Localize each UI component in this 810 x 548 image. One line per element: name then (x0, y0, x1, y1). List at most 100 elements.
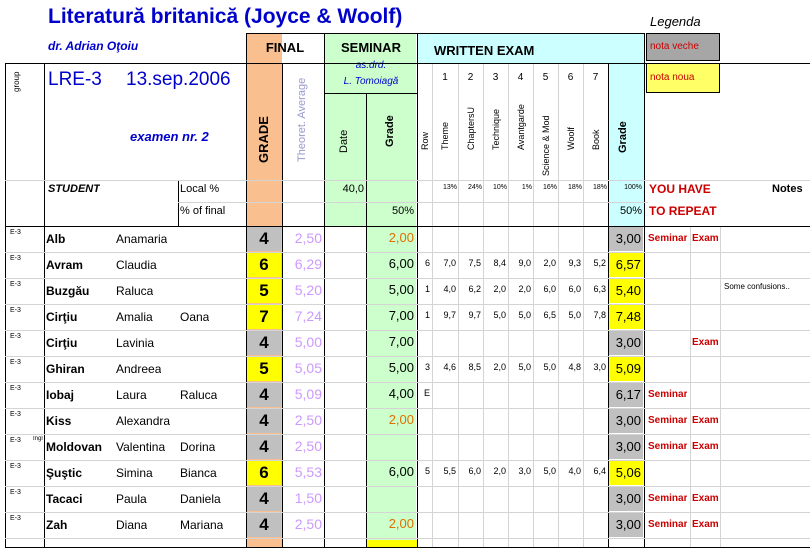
theoretical-average-cell[interactable]: 5,05 (283, 360, 322, 376)
written-grade-cell[interactable]: 7,48 (609, 305, 643, 329)
written-score-cell[interactable]: 5,5 (432, 466, 456, 476)
written-score-cell[interactable]: 5,2 (583, 258, 606, 268)
written-score-cell[interactable]: 6,0 (458, 466, 481, 476)
final-grade-cell[interactable]: 4 (247, 227, 281, 251)
written-score-cell[interactable]: 4,8 (558, 362, 581, 372)
final-grade-cell[interactable]: 4 (247, 383, 281, 407)
final-grade-cell[interactable]: 4 (247, 513, 281, 537)
written-score-cell[interactable]: 6,3 (583, 284, 606, 294)
written-grade-cell[interactable]: 5,40 (609, 279, 643, 303)
middle-name-cell[interactable]: Mariana (180, 518, 223, 532)
final-grade-cell[interactable]: 6 (247, 253, 281, 277)
written-score-cell[interactable]: 4,0 (558, 466, 581, 476)
theoretical-average-cell[interactable]: 6,29 (283, 256, 322, 272)
theoretical-average-cell[interactable]: 2,50 (283, 412, 322, 428)
written-score-cell[interactable]: 4,6 (432, 362, 456, 372)
written-score-cell[interactable]: 2,0 (483, 362, 506, 372)
written-score-cell[interactable]: 8,4 (483, 258, 506, 268)
written-score-cell[interactable]: 7,5 (458, 258, 481, 268)
table-row[interactable]: E-3 Kiss Alexandra 4 2,50 2,00 3,00 Seminar Exam (0, 408, 810, 434)
seminar-grade-cell[interactable]: 7,00 (366, 334, 414, 349)
last-name-cell[interactable]: Cirţiu (46, 310, 77, 324)
theoretical-average-cell[interactable]: 5,09 (283, 386, 322, 402)
seminar-grade-cell[interactable]: 2,00 (366, 516, 414, 531)
seminar-grade-cell[interactable]: 4,00 (366, 386, 414, 401)
written-score-cell[interactable]: 5,0 (533, 362, 556, 372)
middle-name-cell[interactable]: Dorina (180, 440, 215, 454)
written-score-cell[interactable]: 9,7 (458, 310, 481, 320)
written-score-cell[interactable]: 2,0 (508, 284, 531, 294)
written-score-cell[interactable]: 6,2 (458, 284, 481, 294)
written-score-cell[interactable]: 3,0 (508, 466, 531, 476)
table-row[interactable]: E-3 Avram Claudia 6 6,29 6,00 6 7,0 7,5 8,4 9,0 2,0… (0, 252, 810, 278)
written-score-cell[interactable]: 6 (418, 258, 430, 268)
final-grade-cell[interactable]: 4 (247, 435, 281, 459)
last-name-cell[interactable]: Zah (46, 518, 67, 532)
table-row[interactable]: E-3 Iobaj Laura Raluca 4 5,09 4,00 E 6,17 Seminar (0, 382, 810, 408)
theoretical-average-cell[interactable]: 2,50 (283, 438, 322, 454)
written-grade-cell[interactable]: 3,00 (609, 409, 643, 433)
written-score-cell[interactable]: 7,0 (432, 258, 456, 268)
written-score-cell[interactable]: E (418, 388, 430, 398)
written-score-cell[interactable]: 9,7 (432, 310, 456, 320)
written-grade-cell[interactable]: 6,17 (609, 383, 643, 407)
first-name-cell[interactable]: Andreea (116, 362, 161, 376)
theoretical-average-cell[interactable]: 5,53 (283, 464, 322, 480)
middle-name-cell[interactable]: Daniela (180, 492, 221, 506)
first-name-cell[interactable]: Laura (116, 388, 147, 402)
written-score-cell[interactable]: 9,3 (558, 258, 581, 268)
table-row[interactable]: E-3 Cirţiu Lavinia 4 5,00 7,00 3,00 Exam (0, 330, 810, 356)
theoretical-average-cell[interactable]: 5,00 (283, 334, 322, 350)
seminar-grade-cell[interactable]: 6,00 (366, 256, 414, 271)
written-score-cell[interactable]: 6,5 (533, 310, 556, 320)
theoretical-average-cell[interactable]: 2,50 (283, 516, 322, 532)
notes-cell[interactable]: Some confusions.. (724, 282, 790, 291)
first-name-cell[interactable]: Raluca (116, 284, 153, 298)
last-name-cell[interactable]: Kiss (46, 414, 71, 428)
middle-name-cell[interactable]: Oana (180, 310, 209, 324)
first-name-cell[interactable]: Diana (116, 518, 147, 532)
last-name-cell[interactable]: Iobaj (46, 388, 74, 402)
written-score-cell[interactable]: 3 (418, 362, 430, 372)
first-name-cell[interactable]: Simina (116, 466, 153, 480)
written-score-cell[interactable]: 5,0 (508, 310, 531, 320)
written-grade-cell[interactable]: 6,57 (609, 253, 643, 277)
seminar-grade-cell[interactable]: 2,00 (366, 230, 414, 245)
first-name-cell[interactable]: Claudia (116, 258, 157, 272)
theoretical-average-cell[interactable]: 7,24 (283, 308, 322, 324)
table-row[interactable]: E-3 Ingl Moldovan Valentina Dorina 4 2,50 3,00 S… (0, 434, 810, 460)
middle-name-cell[interactable]: Bianca (180, 466, 217, 480)
seminar-grade-cell[interactable]: 5,00 (366, 360, 414, 375)
first-name-cell[interactable]: Lavinia (116, 336, 154, 350)
theoretical-average-cell[interactable]: 5,20 (283, 282, 322, 298)
last-name-cell[interactable]: Alb (46, 232, 65, 246)
seminar-grade-cell[interactable]: 6,00 (366, 464, 414, 479)
written-score-cell[interactable]: 9,0 (508, 258, 531, 268)
written-score-cell[interactable]: 5,0 (508, 362, 531, 372)
written-score-cell[interactable]: 2,0 (483, 284, 506, 294)
written-score-cell[interactable]: 3,0 (583, 362, 606, 372)
written-grade-cell[interactable]: 3,00 (609, 435, 643, 459)
last-name-cell[interactable]: Cirţiu (46, 336, 77, 350)
last-name-cell[interactable]: Şuştic (46, 466, 82, 480)
last-name-cell[interactable]: Avram (46, 258, 83, 272)
theoretical-average-cell[interactable]: 2,50 (283, 230, 322, 246)
table-row[interactable]: E-3 Cirţiu Amalia Oana 7 7,24 7,00 1 9,7 9,7 5,0 5,… (0, 304, 810, 330)
last-name-cell[interactable]: Moldovan (46, 440, 102, 454)
table-row[interactable]: E-3 Buzgău Raluca 5 5,20 5,00 1 4,0 6,2 2,0 2,0 6,0… (0, 278, 810, 304)
written-score-cell[interactable]: 2,0 (483, 466, 506, 476)
table-row[interactable]: E-3 Ghiran Andreea 5 5,05 5,00 3 4,6 8,5 2,0 5,0 5,… (0, 356, 810, 382)
final-grade-cell[interactable]: 7 (247, 305, 281, 329)
middle-name-cell[interactable]: Raluca (180, 388, 217, 402)
table-row[interactable]: E-3 Zah Diana Mariana 4 2,50 2,00 3,00 Seminar Ex… (0, 512, 810, 538)
final-grade-cell[interactable]: 5 (247, 357, 281, 381)
written-score-cell[interactable]: 5,0 (558, 310, 581, 320)
last-name-cell[interactable]: Tacaci (46, 492, 82, 506)
written-score-cell[interactable]: 8,5 (458, 362, 481, 372)
last-name-cell[interactable]: Buzgău (46, 284, 89, 298)
seminar-grade-cell[interactable]: 5,00 (366, 282, 414, 297)
final-grade-cell[interactable]: 4 (247, 331, 281, 355)
written-score-cell[interactable]: 5,0 (533, 466, 556, 476)
written-grade-cell[interactable]: 3,00 (609, 227, 643, 251)
final-grade-cell[interactable]: 6 (247, 461, 281, 485)
